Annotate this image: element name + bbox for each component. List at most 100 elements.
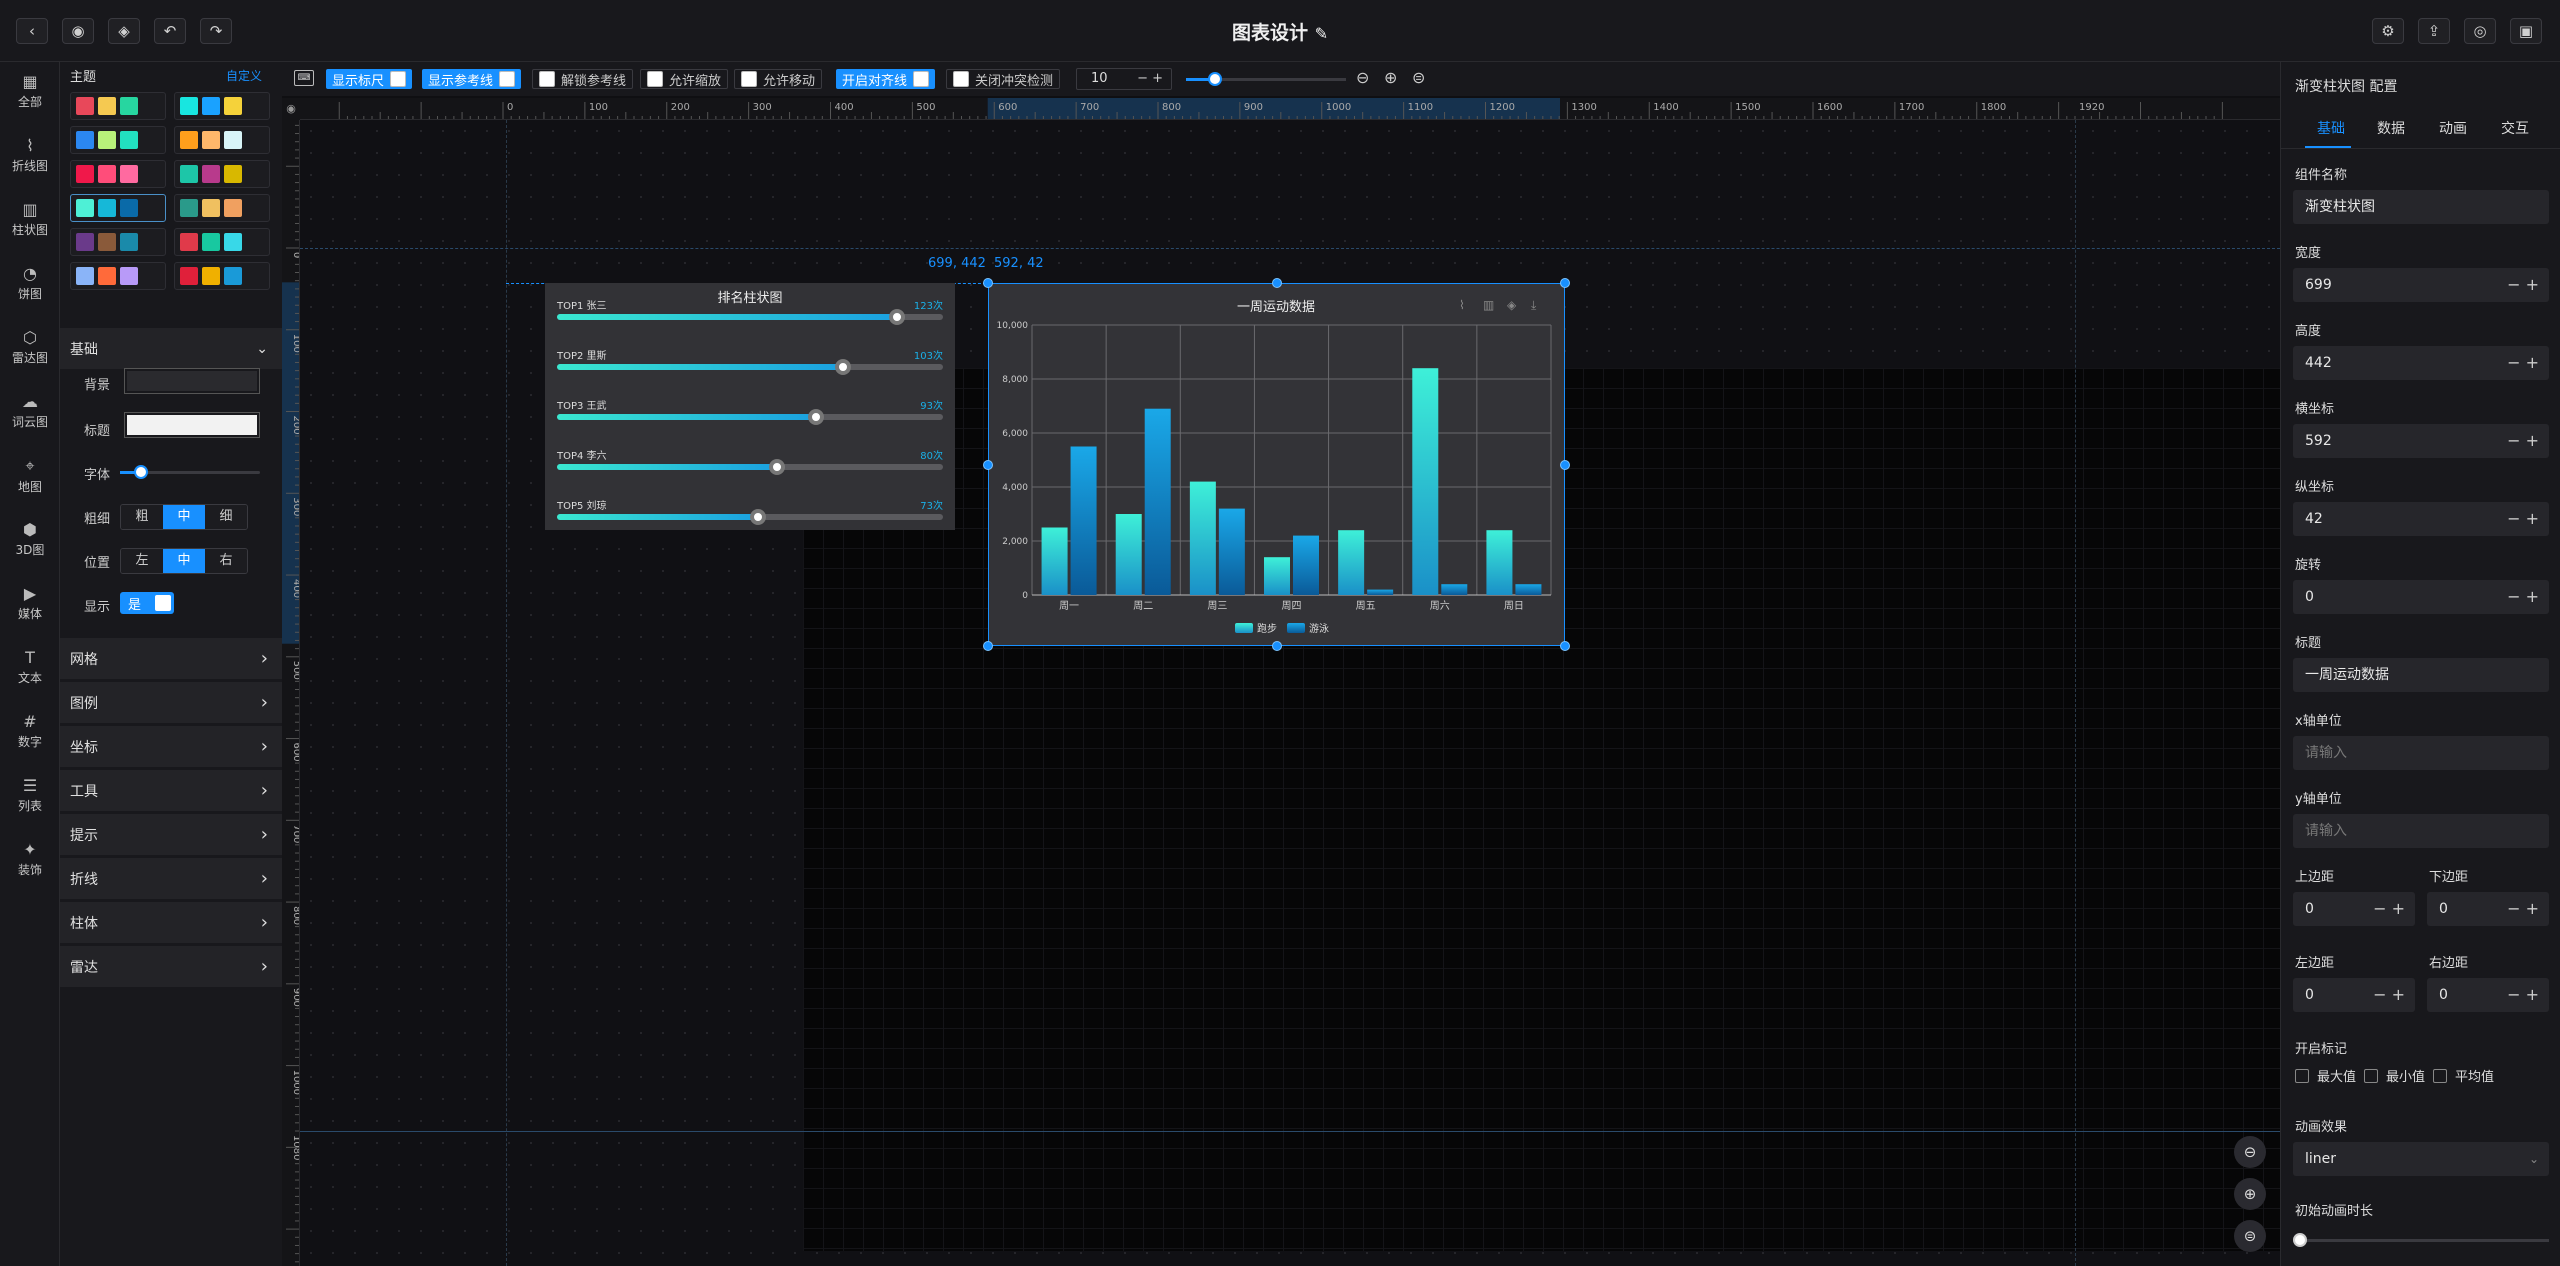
- show-guides-toggle[interactable]: 显示参考线: [422, 69, 522, 89]
- font-slider-handle[interactable]: [134, 465, 148, 479]
- y-stepper-buttons[interactable]: − +: [2507, 502, 2539, 536]
- preview-icon[interactable]: ◎: [2464, 18, 2496, 44]
- gear-icon[interactable]: ⚙: [2372, 18, 2404, 44]
- top-margin-stepper[interactable]: 0 − +: [2293, 892, 2415, 926]
- rail-item-9[interactable]: T 文本: [0, 648, 60, 686]
- rail-item-6[interactable]: ⌖ 地图: [0, 456, 60, 495]
- title-input[interactable]: 一周运动数据: [2293, 658, 2549, 692]
- theme-swatch-4[interactable]: [70, 160, 166, 188]
- theme-swatch-10[interactable]: [70, 262, 166, 290]
- rank-item-0[interactable]: TOP1 张三 123次: [557, 295, 943, 331]
- section-header-0[interactable]: 网格 ›: [60, 638, 282, 680]
- rail-item-11[interactable]: ☰ 列表: [0, 776, 60, 814]
- rail-item-10[interactable]: # 数字: [0, 712, 60, 750]
- rank-item-2[interactable]: TOP3 王武 93次: [557, 395, 943, 431]
- theme-swatch-8[interactable]: [70, 228, 166, 256]
- left-margin-stepper[interactable]: 0 − +: [2293, 978, 2415, 1012]
- section-header-7[interactable]: 雷达 ›: [60, 946, 282, 988]
- section-header-3[interactable]: 工具 ›: [60, 770, 282, 812]
- rail-item-12[interactable]: ✦ 装饰: [0, 840, 60, 878]
- unlock-guides-toggle[interactable]: 解锁参考线: [532, 69, 634, 89]
- section-header-2[interactable]: 坐标 ›: [60, 726, 282, 768]
- rail-item-3[interactable]: ◔ 饼图: [0, 264, 60, 302]
- zoom-slider-track[interactable]: [1186, 72, 1346, 86]
- show-guides-checkbox[interactable]: [499, 71, 516, 87]
- rail-item-0[interactable]: ▦ 全部: [0, 72, 60, 110]
- rail-item-7[interactable]: ⬢ 3D图: [0, 520, 60, 558]
- export-icon[interactable]: ⇪: [2418, 18, 2450, 44]
- resize-handle-1[interactable]: [1271, 278, 1282, 288]
- canvas-zoom-out-icon[interactable]: ⊖: [2234, 1136, 2266, 1168]
- section-header-5[interactable]: 折线 ›: [60, 858, 282, 900]
- resize-handle-3[interactable]: [983, 459, 993, 470]
- mark-max-checkbox[interactable]: [2295, 1068, 2309, 1083]
- section-header-1[interactable]: 图例 ›: [60, 682, 282, 724]
- ruler-eye-icon[interactable]: ◉: [282, 98, 300, 120]
- save-icon[interactable]: ▣: [2510, 18, 2542, 44]
- title-color-picker[interactable]: [124, 412, 260, 438]
- unlock-guides-checkbox[interactable]: [539, 71, 555, 87]
- align-lines-toggle[interactable]: 开启对齐线: [836, 69, 936, 89]
- download-icon[interactable]: ⤓: [1531, 298, 1537, 312]
- yunit-input[interactable]: 请输入: [2293, 814, 2549, 848]
- custom-theme-link[interactable]: 自定义: [226, 67, 262, 84]
- duration-slider-track[interactable]: [2293, 1233, 2549, 1247]
- position-option-center[interactable]: 中: [163, 549, 205, 573]
- rank-item-4[interactable]: TOP5 刘琼 73次: [557, 495, 943, 531]
- stack-icon[interactable]: ◈: [1507, 298, 1517, 312]
- section-header-4[interactable]: 提示 ›: [60, 814, 282, 856]
- tab-data[interactable]: 数据: [2377, 118, 2405, 138]
- top-margin-buttons[interactable]: − +: [2373, 892, 2405, 926]
- component-name-input[interactable]: 渐变柱状图: [2293, 190, 2549, 224]
- height-stepper-buttons[interactable]: − +: [2507, 346, 2539, 380]
- width-stepper-buttons[interactable]: − +: [2507, 268, 2539, 302]
- resize-handle-4[interactable]: [1560, 459, 1570, 470]
- section-header-6[interactable]: 柱体 ›: [60, 902, 282, 944]
- theme-swatch-6[interactable]: [70, 194, 166, 222]
- rank-item-1[interactable]: TOP2 里斯 103次: [557, 345, 943, 381]
- basic-section-header[interactable]: 基础 ⌄: [60, 328, 282, 370]
- weight-option-bold[interactable]: 粗: [121, 505, 163, 529]
- resize-handle-0[interactable]: [983, 278, 993, 288]
- theme-swatch-9[interactable]: [174, 228, 270, 256]
- zoom-slider-handle[interactable]: [1208, 72, 1222, 86]
- duration-slider-handle[interactable]: [2293, 1233, 2307, 1247]
- mark-min-checkbox[interactable]: [2364, 1068, 2379, 1083]
- theme-swatch-2[interactable]: [70, 126, 166, 154]
- xunit-input[interactable]: 请输入: [2293, 736, 2549, 770]
- position-option-right[interactable]: 右: [205, 549, 247, 573]
- resize-handle-5[interactable]: [983, 641, 993, 651]
- y-stepper[interactable]: 42 − +: [2293, 502, 2549, 536]
- theme-swatch-1[interactable]: [174, 92, 270, 120]
- align-lines-checkbox[interactable]: [913, 71, 930, 87]
- theme-swatch-3[interactable]: [174, 126, 270, 154]
- zoom-out-icon[interactable]: ⊖: [1356, 68, 1369, 87]
- animation-select[interactable]: liner ⌄: [2293, 1142, 2549, 1176]
- tab-interaction[interactable]: 交互: [2501, 118, 2529, 138]
- design-canvas[interactable]: 699, 442 592, 42 排名柱状图 TOP1 张三 123次 TOP2 里…: [300, 120, 2375, 1266]
- x-stepper-buttons[interactable]: − +: [2507, 424, 2539, 458]
- rail-item-5[interactable]: ☁ 词云图: [0, 392, 60, 430]
- rank-item-3[interactable]: TOP4 李六 80次: [557, 445, 943, 481]
- collision-checkbox[interactable]: [953, 71, 969, 87]
- rail-item-2[interactable]: ▥ 柱状图: [0, 200, 60, 238]
- canvas-zoom-fit-icon[interactable]: ⊜: [2234, 1220, 2266, 1252]
- grid-size-stepper[interactable]: 10 − +: [1076, 68, 1172, 90]
- gradient-bar-chart-widget[interactable]: 一周运动数据 ⌇ ▥ ◈ ⤓ 0 2,000 4,000 6,000 8,000 10,000 周一 周…: [988, 283, 1565, 646]
- tab-basic[interactable]: 基础: [2317, 118, 2345, 138]
- mark-avg-checkbox[interactable]: [2433, 1068, 2448, 1083]
- height-stepper[interactable]: 442 − +: [2293, 346, 2549, 380]
- width-stepper[interactable]: 699 − +: [2293, 268, 2549, 302]
- weight-option-medium[interactable]: 中: [163, 505, 205, 529]
- left-margin-buttons[interactable]: − +: [2373, 978, 2405, 1012]
- resize-handle-2[interactable]: [1560, 278, 1570, 288]
- allow-zoom-toggle[interactable]: 允许缩放: [640, 69, 729, 89]
- bottom-margin-stepper[interactable]: 0 − +: [2427, 892, 2549, 926]
- weight-option-thin[interactable]: 细: [205, 505, 247, 529]
- zoom-in-icon[interactable]: ⊕: [1384, 68, 1397, 87]
- zoom-reset-icon[interactable]: ⊜: [1412, 68, 1425, 87]
- x-stepper[interactable]: 592 − +: [2293, 424, 2549, 458]
- canvas-zoom-in-icon[interactable]: ⊕: [2234, 1178, 2266, 1210]
- resize-handle-6[interactable]: [1271, 641, 1282, 651]
- position-option-left[interactable]: 左: [121, 549, 163, 573]
